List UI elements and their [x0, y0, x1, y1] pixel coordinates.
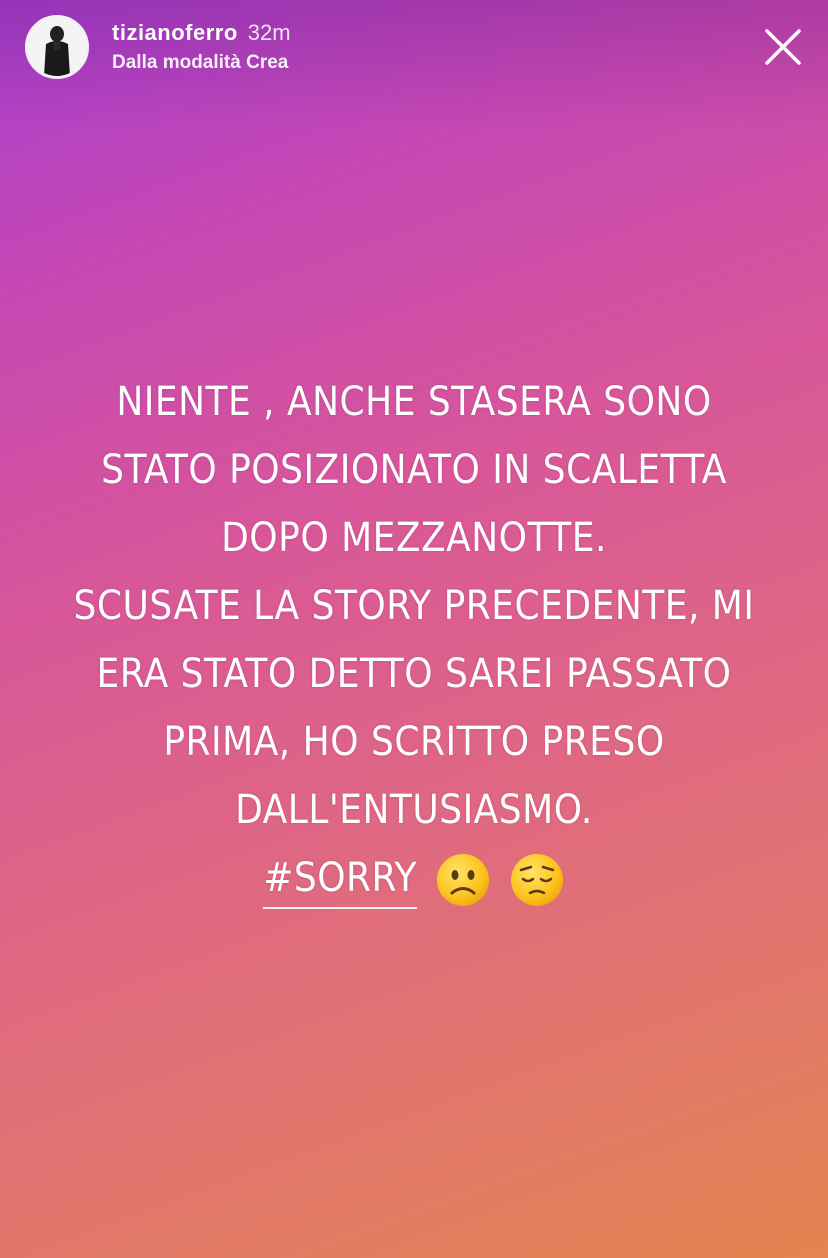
slightly-frowning-face-icon	[435, 852, 491, 908]
story-line: STATO POSIZIONATO IN SCALETTA	[101, 447, 727, 493]
story-header: tizianoferro 32m Dalla modalità Crea	[25, 15, 803, 81]
pensive-face-icon	[509, 852, 565, 908]
story-text: NIENTE , ANCHE STASERA SONO STATO POSIZI…	[20, 368, 808, 912]
story-line: DOPO MEZZANOTTE.	[221, 515, 607, 561]
hashtag-line: #SORRY	[20, 844, 808, 912]
avatar[interactable]	[25, 15, 89, 79]
story-line: PRIMA, HO SCRITTO PRESO	[163, 719, 665, 765]
story-line: SCUSATE LA STORY PRECEDENTE, MI	[73, 583, 755, 629]
close-button[interactable]	[763, 27, 803, 67]
story-source-label[interactable]: Dalla modalità Crea	[112, 50, 291, 76]
username[interactable]: tizianoferro	[112, 20, 238, 45]
avatar-image	[28, 18, 86, 76]
story-line: NIENTE , ANCHE STASERA SONO	[116, 379, 712, 425]
story-line: ERA STATO DETTO SAREI PASSATO	[96, 651, 732, 697]
close-icon	[765, 29, 801, 65]
story-line: DALL'ENTUSIASMO.	[235, 787, 593, 833]
username-line: tizianoferro 32m	[112, 18, 291, 48]
user-meta: tizianoferro 32m Dalla modalità Crea	[112, 18, 291, 76]
hashtag-link[interactable]: #SORRY	[263, 849, 417, 909]
time-ago: 32m	[247, 20, 291, 45]
